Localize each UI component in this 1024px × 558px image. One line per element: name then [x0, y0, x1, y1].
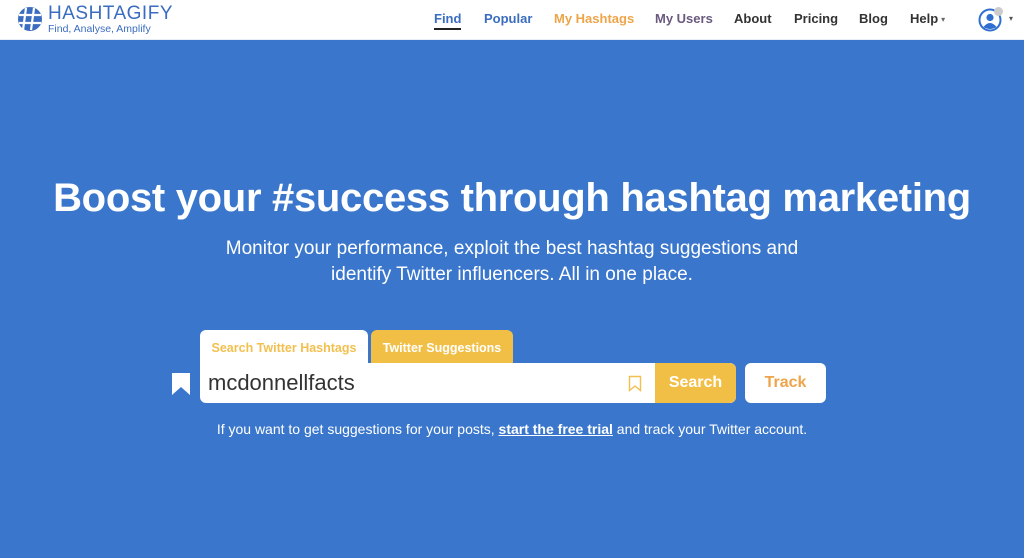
brand-logo[interactable]: HASHTAGIFY Find, Analyse, Amplify	[16, 4, 173, 35]
nav-popular[interactable]: Popular	[484, 11, 532, 26]
top-navbar: HASHTAGIFY Find, Analyse, Amplify Find P…	[0, 0, 1024, 40]
note-text-after: and track your Twitter account.	[612, 421, 808, 437]
track-button[interactable]: Track	[745, 363, 826, 403]
nav-my-users[interactable]: My Users	[655, 11, 713, 26]
hashtag-globe-logo-icon	[18, 7, 42, 32]
note-text-before: If you want to get suggestions for your …	[216, 421, 499, 437]
avatar-chevron-down-icon[interactable]: ▾	[1009, 14, 1013, 23]
nav-my-hashtags[interactable]: My Hashtags	[554, 11, 634, 26]
hero-subtitle: Monitor your performance, exploit the be…	[0, 236, 1024, 288]
user-avatar-icon[interactable]	[978, 6, 1004, 32]
tab-twitter-suggestions[interactable]: Twitter Suggestions	[371, 330, 513, 364]
hero-title: Boost your #success through hashtag mark…	[53, 176, 971, 220]
chevron-down-icon: ▾	[941, 15, 946, 25]
nav-about[interactable]: About	[734, 11, 772, 26]
hashtag-search-input[interactable]	[208, 367, 618, 399]
nav-blog[interactable]: Blog	[859, 11, 888, 26]
brand-tagline: Find, Analyse, Amplify	[48, 23, 151, 35]
nav-help[interactable]: Help ▾	[910, 11, 945, 26]
free-trial-note: If you want to get suggestions for your …	[0, 421, 1024, 437]
bookmark-icon[interactable]	[170, 371, 192, 397]
start-free-trial-link[interactable]: start the free trial	[499, 421, 613, 437]
nav-find[interactable]: Find	[434, 11, 462, 30]
search-button[interactable]: Search	[655, 363, 736, 403]
search-bar: Search	[200, 363, 736, 403]
hero-subtitle-line2: identify Twitter influencers. All in one…	[331, 264, 693, 285]
bookmark-outline-icon[interactable]	[628, 375, 642, 392]
hero-subtitle-line1: Monitor your performance, exploit the be…	[225, 238, 799, 259]
nav-pricing[interactable]: Pricing	[794, 11, 838, 26]
nav-help-label: Help	[910, 11, 939, 26]
tab-search-twitter-hashtags[interactable]: Search Twitter Hashtags	[200, 330, 368, 364]
brand-name: HASHTAGIFY	[48, 3, 173, 24]
